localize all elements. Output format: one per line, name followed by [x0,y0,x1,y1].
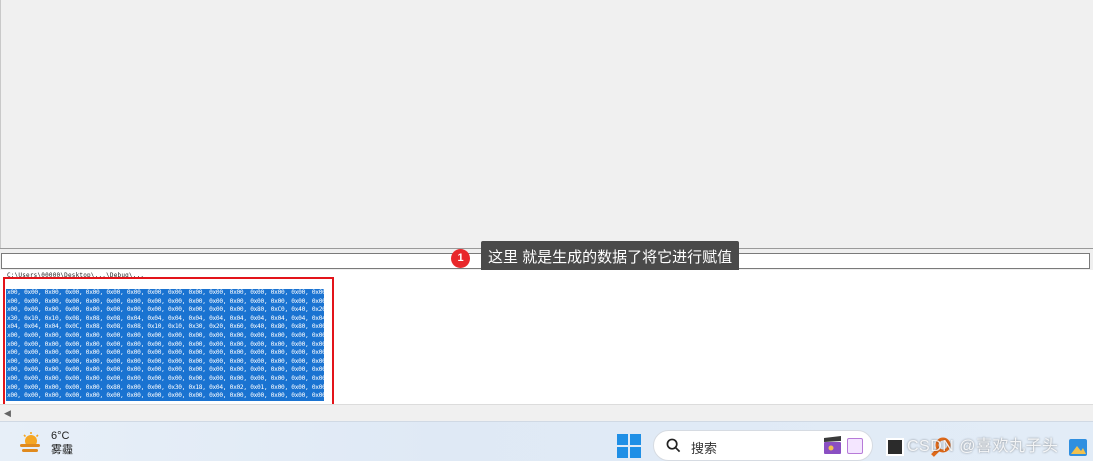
app-thumbnail-icon [847,438,863,454]
weather-condition: 雾霾 [51,444,73,456]
callout-number-badge: 1 [451,248,470,268]
red-highlight-box [3,277,334,407]
photos-app-icon[interactable] [1068,436,1088,458]
search-icon [666,438,681,453]
csdn-watermark: CSDN @喜欢丸子头 [907,438,1059,455]
scroll-left-icon[interactable]: ◀ [4,408,11,419]
horizontal-scrollbar[interactable]: ◀ [0,404,1093,421]
weather-widget[interactable]: 6°C 雾霾 [18,429,73,457]
weather-sun-cloud-icon [18,431,42,455]
clapperboard-icon [824,436,841,454]
windows-start-icon[interactable] [617,434,641,458]
main-window-area [0,0,1093,248]
search-label: 搜索 [691,441,718,456]
taskbar-app-icon[interactable] [886,438,904,456]
weather-temperature: 6°C [51,430,70,442]
taskbar-search-box[interactable]: 搜索 [653,430,873,461]
window-edge [0,0,1,248]
